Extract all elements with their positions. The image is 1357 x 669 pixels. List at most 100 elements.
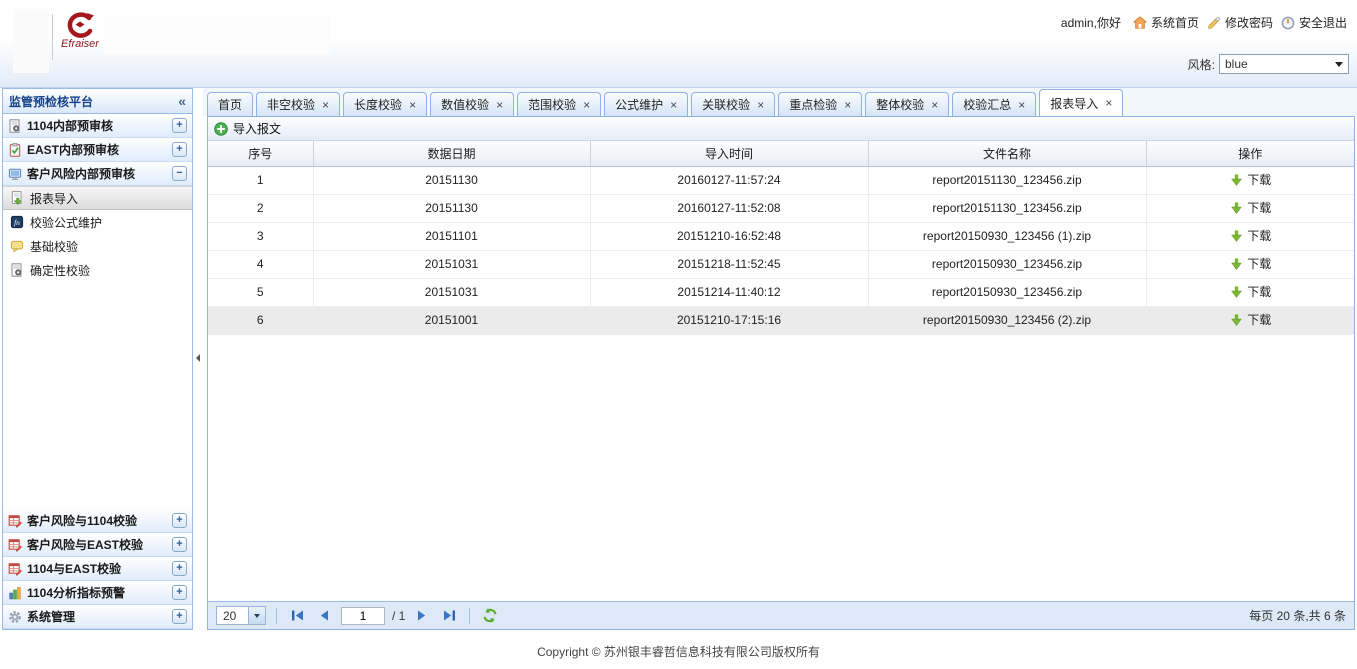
refresh-button[interactable] — [480, 606, 500, 626]
table-row[interactable]: 32015110120151210-16:52:48report20150930… — [208, 222, 1354, 250]
tab-close-icon[interactable]: × — [670, 99, 677, 111]
tab[interactable]: 重点检验× — [778, 92, 862, 116]
tab-close-icon[interactable]: × — [1105, 97, 1112, 109]
sidebar-item[interactable]: fn校验公式维护 — [3, 210, 192, 234]
tab-close-icon[interactable]: × — [409, 99, 416, 111]
sidebar-item[interactable]: 确定性校验 — [3, 258, 192, 282]
table-row[interactable]: 42015103120151218-11:52:45report20150930… — [208, 250, 1354, 278]
sidebar-spacer — [3, 282, 192, 509]
style-row: 风格: blue — [1188, 54, 1349, 74]
download-link[interactable]: 下载 — [1229, 311, 1271, 328]
tab[interactable]: 公式维护× — [604, 92, 688, 116]
tab[interactable]: 整体校验 × — [865, 92, 949, 116]
column-header[interactable]: 操作 — [1146, 141, 1354, 166]
column-header[interactable]: 数据日期 — [313, 141, 590, 166]
grid-empty-area — [208, 335, 1354, 602]
tab-close-icon[interactable]: × — [757, 99, 764, 111]
tab[interactable]: 关联校验× — [691, 92, 775, 116]
sidebar-group[interactable]: EAST内部预审核+ — [3, 138, 192, 162]
sidebar-group[interactable]: 1104与EAST校验 + — [3, 557, 192, 581]
chevron-down-icon[interactable] — [248, 607, 265, 624]
sidebar-item[interactable]: 报表导入 — [3, 186, 192, 210]
sidebar-group[interactable]: 1104内部预审核+ — [3, 114, 192, 138]
sidebar-group[interactable]: 客户风险与EAST校验 + — [3, 533, 192, 557]
download-arrow-icon — [1229, 257, 1243, 271]
table-row[interactable]: 52015103120151214-11:40:12report20150930… — [208, 278, 1354, 306]
download-link[interactable]: 下载 — [1229, 227, 1271, 244]
tab-label: 整体校验 — [876, 96, 924, 113]
sidebar-collapse-icon[interactable]: « — [178, 94, 186, 108]
expand-button[interactable]: + — [172, 561, 187, 576]
table-cell: 20160127-11:52:08 — [590, 194, 868, 222]
sidebar-group[interactable]: 1104分析指标预警+ — [3, 581, 192, 605]
expand-button[interactable]: + — [172, 118, 187, 133]
header-link[interactable]: 修改密码 — [1207, 14, 1273, 31]
tab-close-icon[interactable]: × — [496, 99, 503, 111]
tab[interactable]: 范围校验× — [517, 92, 601, 116]
page-number-input[interactable] — [341, 607, 385, 625]
grid-pencil-icon — [8, 538, 22, 552]
sidebar-splitter[interactable] — [193, 88, 203, 630]
sidebar-group-label: 客户风险与EAST校验 — [27, 536, 143, 553]
last-page-button[interactable] — [439, 606, 459, 626]
home-icon — [1133, 16, 1147, 30]
tab-label: 报表导入 — [1050, 95, 1098, 112]
tab-label: 首页 — [218, 96, 242, 113]
expand-button[interactable]: + — [172, 142, 187, 157]
tab[interactable]: 报表导入 × — [1039, 89, 1123, 116]
first-page-button[interactable] — [287, 606, 307, 626]
sidebar-item-label: 校验公式维护 — [30, 214, 102, 231]
page-size-select[interactable]: 20 — [216, 606, 266, 625]
style-select[interactable]: blue — [1219, 54, 1349, 74]
sidebar-group-label: 1104与EAST校验 — [27, 560, 121, 577]
expand-button[interactable]: + — [172, 585, 187, 600]
download-label: 下载 — [1247, 171, 1271, 188]
tab[interactable]: 首页 — [207, 92, 253, 116]
import-report-button[interactable]: 导入报文 — [214, 120, 281, 137]
tab[interactable]: 长度校验× — [343, 92, 427, 116]
table-cell: 6 — [208, 306, 313, 334]
page-header: Efraiser admin,你好 系统首页修改密码安全退出 风格: blue — [0, 0, 1357, 88]
tab[interactable]: 非空校验× — [256, 92, 340, 116]
table-cell: 下载 — [1146, 166, 1354, 194]
next-page-button[interactable] — [412, 606, 432, 626]
download-link[interactable]: 下载 — [1229, 171, 1271, 188]
table-cell: 下载 — [1146, 278, 1354, 306]
sidebar-item[interactable]: 基础校验 — [3, 234, 192, 258]
divider — [469, 608, 470, 624]
tab-close-icon[interactable]: × — [1018, 99, 1025, 111]
table-cell: 3 — [208, 222, 313, 250]
column-header[interactable]: 导入时间 — [590, 141, 868, 166]
collapse-button[interactable]: − — [172, 166, 187, 181]
expand-button[interactable]: + — [172, 537, 187, 552]
table-row[interactable]: 62015100120151210-17:15:16report20150930… — [208, 306, 1354, 334]
tab-close-icon[interactable]: × — [931, 99, 938, 111]
banner-area — [104, 16, 330, 54]
tab-close-icon[interactable]: × — [844, 99, 851, 111]
doc-gear-icon — [8, 119, 22, 133]
divider — [52, 14, 53, 60]
expand-button[interactable]: + — [172, 513, 187, 528]
tab-close-icon[interactable]: × — [322, 99, 329, 111]
table-row[interactable]: 22015113020160127-11:52:08report20151130… — [208, 194, 1354, 222]
doc-gear-icon — [10, 263, 24, 277]
column-header[interactable]: 序号 — [208, 141, 313, 166]
sidebar-group[interactable]: 系统管理+ — [3, 605, 192, 629]
table-cell: 5 — [208, 278, 313, 306]
download-link[interactable]: 下载 — [1229, 283, 1271, 300]
download-link[interactable]: 下载 — [1229, 199, 1271, 216]
splitter-collapse-icon[interactable] — [196, 354, 200, 362]
download-link[interactable]: 下载 — [1229, 255, 1271, 272]
header-link[interactable]: 安全退出 — [1281, 14, 1347, 31]
tab[interactable]: 校验汇总× — [952, 92, 1036, 116]
column-header[interactable]: 文件名称 — [868, 141, 1146, 166]
tab[interactable]: 数值校验× — [430, 92, 514, 116]
sidebar-group[interactable]: 客户风险与1104校验+ — [3, 509, 192, 533]
expand-button[interactable]: + — [172, 609, 187, 624]
copyright-text: Copyright © 苏州银丰睿哲信息科技有限公司版权所有 — [537, 643, 820, 669]
tab-close-icon[interactable]: × — [583, 99, 590, 111]
header-link[interactable]: 系统首页 — [1133, 14, 1199, 31]
prev-page-button[interactable] — [314, 606, 334, 626]
sidebar-group[interactable]: 客户风险内部预审核− — [3, 162, 192, 186]
table-row[interactable]: 12015113020160127-11:57:24report20151130… — [208, 166, 1354, 194]
